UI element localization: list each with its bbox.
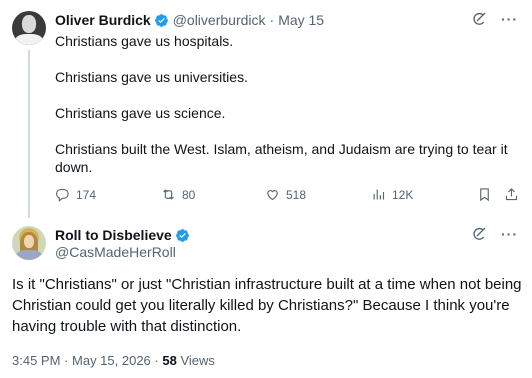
tweet-time[interactable]: 3:45 PM	[12, 353, 60, 368]
like-icon	[267, 190, 278, 201]
repost-count: 80	[182, 187, 196, 202]
avatar-robe	[16, 250, 42, 260]
tweet-original[interactable]: Oliver Burdick @oliverburdick · May 15 ·…	[0, 0, 532, 218]
tweet-top-actions: ···	[471, 226, 518, 242]
views-button[interactable]: 12K	[371, 187, 413, 202]
verified-badge-icon	[175, 228, 189, 242]
grok-icon[interactable]	[471, 11, 487, 27]
separator: ·	[154, 353, 159, 368]
avatar[interactable]	[12, 11, 46, 45]
separator: ·	[64, 353, 69, 368]
tweet-paragraph: Christians built the West. Islam, atheis…	[55, 141, 508, 175]
tweet-action-bar: 174 80 518 12K	[55, 187, 520, 205]
tweet-date[interactable]: May 15, 2026	[72, 353, 151, 368]
repost-icon	[163, 189, 174, 200]
thread-connector-line	[28, 50, 30, 218]
bookmark-icon	[480, 188, 489, 202]
author-handle[interactable]: @CasMadeHerRoll	[55, 244, 176, 260]
avatar-face	[22, 15, 36, 33]
avatar-shirt	[15, 34, 43, 45]
tweet-metadata: 3:45 PM · May 15, 2026 · 58 Views	[12, 353, 215, 368]
reply-icon	[56, 188, 69, 202]
author-name[interactable]: Oliver Burdick	[55, 12, 151, 28]
repost-button[interactable]: 80	[161, 187, 195, 202]
like-count: 518	[286, 187, 307, 202]
author-handle[interactable]: @oliverburdick	[173, 12, 266, 28]
tweet-paragraph: Christians gave us science.	[55, 105, 226, 121]
avatar[interactable]	[12, 226, 46, 260]
reply-count: 174	[76, 187, 97, 202]
like-button[interactable]: 518	[265, 187, 306, 202]
tweet-text: Christians gave us hospitals. Christians…	[55, 32, 515, 176]
author-name[interactable]: Roll to Disbelieve	[55, 227, 172, 243]
share-button[interactable]	[504, 187, 519, 202]
tweet-top-actions: ···	[471, 11, 518, 27]
verified-badge-icon	[154, 13, 168, 27]
grok-icon[interactable]	[471, 226, 487, 242]
views-icon	[373, 189, 385, 200]
share-icon	[505, 188, 518, 201]
avatar-face	[24, 235, 34, 248]
more-icon[interactable]: ···	[501, 12, 518, 26]
more-icon[interactable]: ···	[501, 227, 518, 241]
tweet-paragraph: Christians gave us universities.	[55, 69, 248, 85]
tweet-text: Is it "Christians" or just "Christian in…	[12, 276, 522, 335]
views-count: 12K	[392, 187, 414, 202]
reply-button[interactable]: 174	[55, 187, 96, 202]
bookmark-button[interactable]	[477, 187, 492, 202]
tweet-date[interactable]: May 15	[278, 12, 324, 28]
tweet-header: Oliver Burdick @oliverburdick · May 15	[55, 11, 324, 29]
tweet-paragraph: Christians gave us hospitals.	[55, 33, 234, 49]
tweet-header: Roll to Disbelieve	[55, 226, 190, 244]
tweet-thread: Oliver Burdick @oliverburdick · May 15 ·…	[0, 0, 532, 378]
views-count: 58	[162, 353, 177, 368]
separator: ·	[269, 12, 275, 28]
views-label: Views	[180, 353, 215, 368]
